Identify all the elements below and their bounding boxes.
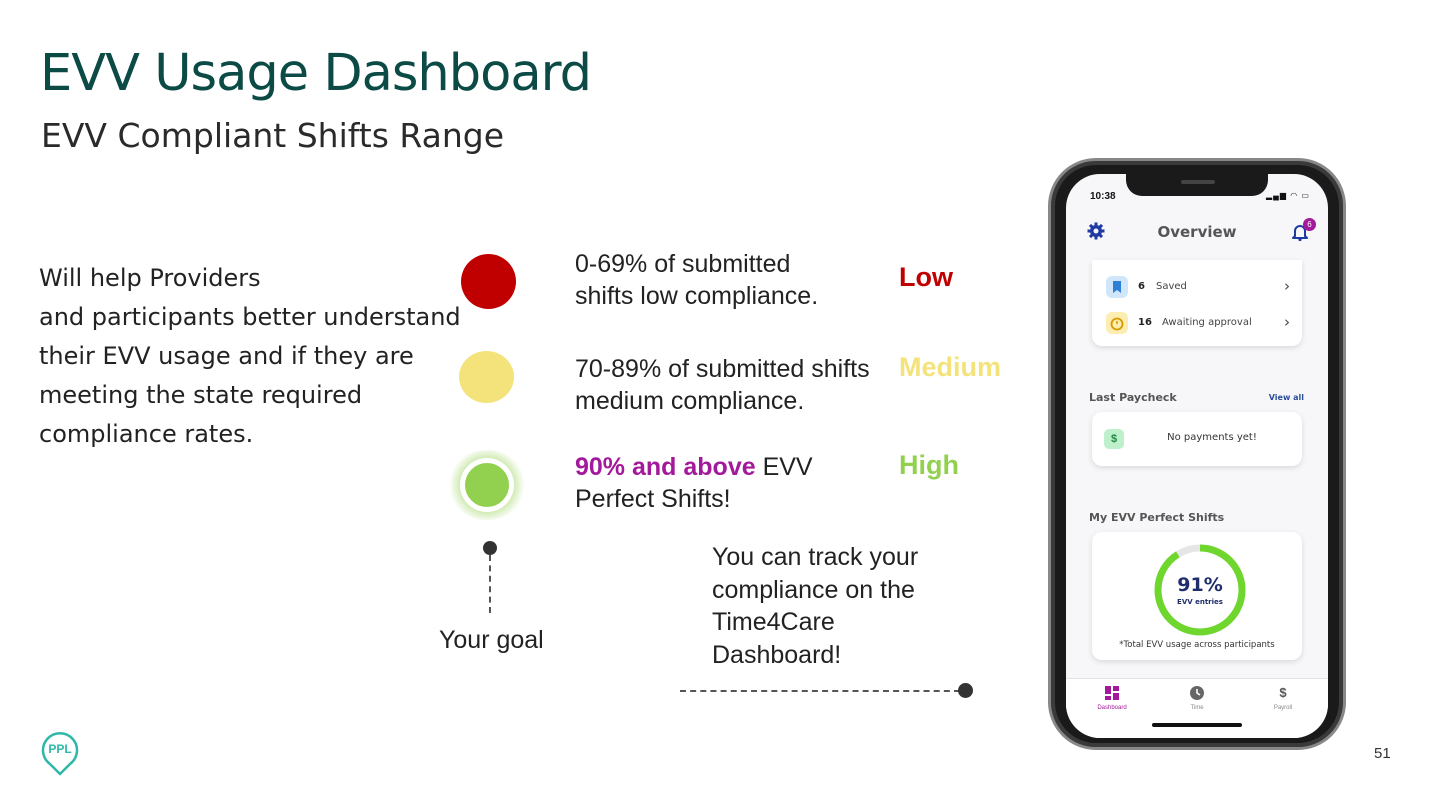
saved-label: Saved (1156, 281, 1187, 292)
awaiting-approval-row[interactable]: 16 Awaiting approval › (1106, 312, 1290, 336)
tab-time-label: Time (1190, 705, 1204, 711)
home-indicator (1152, 723, 1242, 727)
goal-connector-dot (483, 541, 497, 555)
intro-line: Will help Providers (39, 264, 261, 292)
awaiting-count: 16 (1138, 317, 1152, 328)
page-subtitle: EVV Compliant Shifts Range (41, 116, 504, 155)
high-level-label: High (899, 450, 959, 480)
intro-text: Will help Providers and participants bet… (39, 259, 479, 454)
saved-count: 6 (1138, 281, 1145, 292)
low-level-label: Low (899, 262, 953, 292)
phone-notch (1126, 174, 1268, 196)
low-range-line: shifts low compliance. (575, 282, 819, 310)
notification-badge: 6 (1303, 218, 1316, 231)
medium-range-line: 70-89% of submitted shifts (575, 355, 870, 383)
clock-icon (1190, 686, 1204, 700)
high-compliance-dot (448, 450, 526, 520)
phone-screen: 10:38 ▂▄▆ ◠ ▭ Overview 6 6 Saved › 16 Aw… (1066, 174, 1328, 738)
tab-dashboard[interactable]: Dashboard (1082, 685, 1142, 711)
high-range-description: 90% and above EVV Perfect Shifts! (575, 451, 813, 515)
svg-text:PPL: PPL (48, 742, 71, 756)
high-range-line: 90% and above EVV (575, 451, 813, 483)
shifts-summary-card: 6 Saved › 16 Awaiting approval › (1092, 260, 1302, 346)
track-line: Dashboard! (712, 640, 842, 669)
low-range-line: 0-69% of submitted (575, 250, 791, 278)
perfect-shifts-heading: My EVV Perfect Shifts (1089, 511, 1225, 524)
view-all-link[interactable]: View all (1269, 393, 1304, 402)
tab-payroll[interactable]: $ Payroll (1253, 685, 1313, 711)
tab-dashboard-label: Dashboard (1097, 705, 1127, 711)
awaiting-label: Awaiting approval (1162, 317, 1252, 328)
tab-time[interactable]: Time (1167, 685, 1227, 711)
track-connector-dot (958, 683, 973, 698)
evv-usage-note: *Total EVV usage across participants (1119, 640, 1275, 650)
high-range-rest: EVV (755, 453, 813, 481)
no-payments-message: No payments yet! (1167, 432, 1257, 443)
medium-range-line: medium compliance. (575, 387, 805, 415)
track-line: compliance on the (712, 575, 915, 604)
tab-payroll-label: Payroll (1273, 705, 1293, 711)
last-paycheck-card: $ No payments yet! (1092, 412, 1302, 466)
evv-percent: 91% (1177, 574, 1223, 596)
chevron-right-icon: › (1284, 313, 1290, 331)
screen-title: Overview (1157, 223, 1237, 241)
medium-range-description: 70-89% of submitted shifts medium compli… (575, 353, 870, 417)
intro-line: and participants better understand (39, 303, 461, 331)
medium-compliance-dot (459, 351, 514, 403)
dashboard-icon (1105, 686, 1119, 700)
bookmark-icon (1106, 276, 1128, 298)
page-number: 51 (1374, 745, 1391, 762)
track-line: You can track your (712, 543, 919, 571)
bottom-tab-bar: Dashboard Time $ Payroll (1066, 678, 1328, 738)
intro-line: their EVV usage and if they are (39, 342, 414, 370)
high-range-accent: 90% and above (575, 453, 756, 481)
status-icons: ▂▄▆ ◠ ▭ (1266, 191, 1310, 200)
high-compliance-ring (460, 458, 514, 512)
high-range-line: Perfect Shifts! (575, 485, 731, 513)
status-time: 10:38 (1090, 191, 1116, 202)
low-range-description: 0-69% of submitted shifts low compliance… (575, 248, 818, 312)
timer-icon (1106, 312, 1128, 334)
dollar-icon: $ (1279, 685, 1287, 700)
goal-connector-line (489, 555, 491, 613)
page-title: EVV Usage Dashboard (40, 44, 592, 103)
saved-row[interactable]: 6 Saved › (1106, 276, 1290, 300)
chevron-right-icon: › (1284, 277, 1290, 295)
intro-line: meeting the state required (39, 381, 363, 409)
low-compliance-dot (461, 254, 516, 309)
medium-level-label: Medium (899, 352, 1002, 382)
last-paycheck-heading: Last Paycheck (1089, 391, 1177, 404)
track-connector-line (680, 690, 960, 692)
evv-entries-label: EVV entries (1177, 598, 1223, 606)
track-compliance-text: You can track your compliance on the Tim… (712, 541, 918, 671)
ppl-logo-icon: PPL (41, 732, 79, 776)
track-line: Time4Care (712, 608, 835, 636)
goal-label: Your goal (439, 626, 544, 654)
intro-line: compliance rates. (39, 420, 254, 448)
perfect-shifts-card: 91% EVV entries *Total EVV usage across … (1092, 532, 1302, 660)
